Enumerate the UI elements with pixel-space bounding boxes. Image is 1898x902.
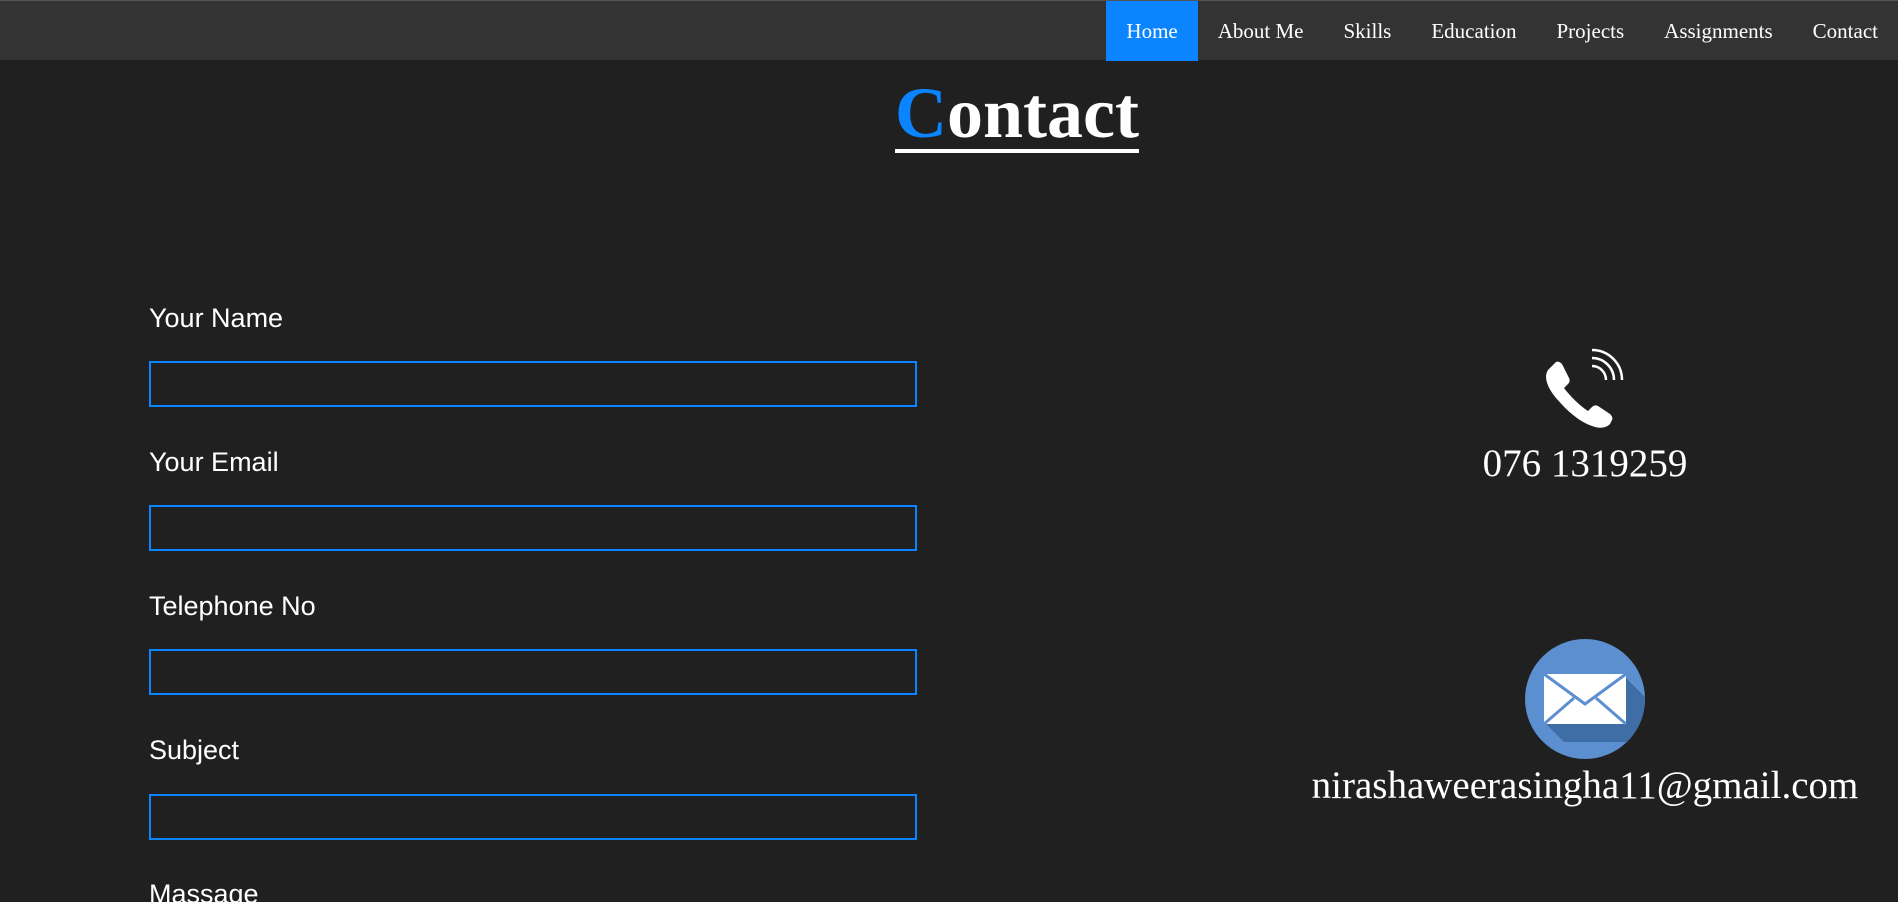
nav-item-home[interactable]: Home [1106, 1, 1198, 61]
envelope-icon [1524, 638, 1646, 765]
nav-item-projects[interactable]: Projects [1537, 1, 1645, 61]
page-title-first-letter: C [895, 73, 948, 153]
email-label: Your Email [149, 447, 279, 477]
page-title: Contact [0, 68, 1898, 158]
nav-item-skills[interactable]: Skills [1324, 1, 1412, 61]
page-title-underline: Contact [895, 77, 1139, 153]
telephone-label: Telephone No [149, 591, 316, 621]
nav-item-education[interactable]: Education [1411, 1, 1536, 61]
subject-label: Subject [149, 735, 240, 765]
phone-contact: 076 1319259 [1245, 348, 1898, 487]
email-contact: nirashaweerasingha11@gmail.com [1245, 638, 1898, 809]
email-address: nirashaweerasingha11@gmail.com [1311, 764, 1859, 807]
nav-item-assignments[interactable]: Assignments [1644, 1, 1793, 61]
subject-field[interactable] [149, 794, 917, 840]
nav-item-about-me[interactable]: About Me [1198, 1, 1324, 61]
message-label: Massage [149, 879, 259, 902]
name-field[interactable] [149, 361, 917, 407]
telephone-field[interactable] [149, 649, 917, 695]
nav-menu: Home About Me Skills Education Projects … [1106, 1, 1898, 61]
nav-item-contact[interactable]: Contact [1793, 1, 1898, 61]
name-label: Your Name [149, 303, 284, 333]
top-navbar: Home About Me Skills Education Projects … [0, 0, 1898, 61]
phone-number: 076 1319259 [1482, 442, 1688, 485]
phone-icon [1540, 348, 1630, 437]
page-title-rest: ontact [947, 73, 1139, 153]
email-field[interactable] [149, 505, 917, 551]
